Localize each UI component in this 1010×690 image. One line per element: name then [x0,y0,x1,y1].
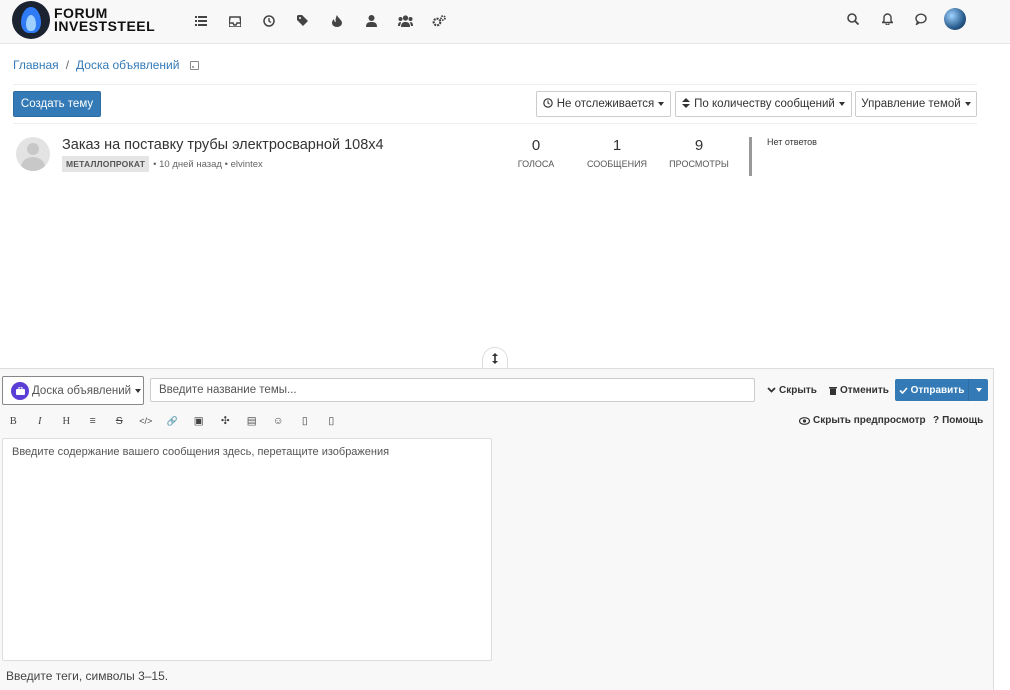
caret-down-icon [135,388,142,393]
votes-label: ГОЛОСА [517,159,555,169]
code-icon[interactable]: </> [133,412,160,430]
zen-mode-icon[interactable]: ✣ [212,412,239,430]
discard-label: Отменить [840,384,889,396]
link-icon[interactable]: 🔗 [159,412,186,430]
image-icon[interactable]: ▣ [186,412,213,430]
topic-title[interactable]: Заказ на поставку трубы электросварной 1… [62,137,384,153]
heading-icon[interactable]: H [53,412,80,430]
emoji-icon[interactable]: ☺ [265,412,292,430]
votes-stat: 0 ГОЛОСА [501,137,571,169]
discard-button[interactable]: Отменить [829,380,889,400]
watch-dropdown[interactable]: Не отслеживается [536,91,671,117]
category-selector[interactable]: Доска объявлений [2,376,144,405]
composer: Доска объявлений Скрыть Отменить Отправи… [0,368,994,690]
votes-count: 0 [531,137,541,154]
sort-dropdown[interactable]: По количеству сообщений [675,91,852,117]
check-icon [899,386,908,394]
no-replies-text: Нет ответов [767,137,817,147]
tags-input[interactable] [6,667,306,685]
forum-logo[interactable]: FORUM INVESTSTEEL [12,1,155,39]
caret-down-icon [964,102,971,106]
hide-composer-button[interactable]: Скрыть [767,380,817,400]
cogs-icon[interactable] [422,12,456,30]
composer-resize-handle[interactable] [482,347,508,369]
user-avatar[interactable] [944,8,966,30]
fire-icon[interactable] [320,12,354,30]
flame-logo-icon [12,1,50,39]
topic-author-avatar[interactable] [16,137,50,171]
breadcrumb: Главная / Доска объявлений [13,58,200,72]
users-icon[interactable] [388,12,422,30]
eye-icon [799,416,810,425]
list-icon[interactable] [184,12,218,30]
posts-stat: 1 СООБЩЕНИЯ [582,137,652,169]
trash-icon [829,386,837,395]
views-label: ПРОСМОТРЫ [669,159,729,169]
main-nav [184,12,456,30]
category-label: Доска объявлений [32,384,132,397]
caret-down-icon [975,388,982,392]
rss-icon[interactable] [190,60,200,70]
topic-title-input[interactable] [150,378,755,402]
composer-body-editor[interactable] [2,438,492,661]
clock-icon[interactable] [252,12,286,30]
topic-meta-text: • 10 дней назад • elvintex [153,158,263,170]
strikethrough-icon[interactable]: S [106,412,133,430]
divider [13,123,977,124]
sort-icon [682,97,691,111]
posts-count: 1 [612,137,622,154]
divider [13,84,977,85]
topic-tools-dropdown[interactable]: Управление темой [855,91,977,117]
resize-vertical-icon [492,353,498,364]
views-count: 9 [694,137,704,154]
briefcase-icon [11,381,29,400]
breadcrumb-current[interactable]: Доска объявлений [76,58,179,72]
question-icon: ? [933,415,940,426]
posts-label: СООБЩЕНИЯ [586,159,648,169]
formatting-toolbar: B I H ≡ S </> 🔗 ▣ ✣ ▤ ☺ ▯ ▯ [0,412,345,430]
chat-icon[interactable] [904,10,938,28]
caret-down-icon [838,102,845,106]
topic-tag[interactable]: МЕТАЛЛОПРОКАТ [62,156,150,172]
hide-label: Скрыть [779,384,817,396]
submit-button[interactable]: Отправить [895,379,988,401]
sort-label: По количеству сообщений [694,98,835,110]
clock-icon [542,97,553,111]
topic-meta: МЕТАЛЛОПРОКАТ • 10 дней назад • elvintex [62,156,263,172]
breadcrumb-home[interactable]: Главная [13,58,59,72]
hide-preview-label: Скрыть предпросмотр [813,415,926,426]
submit-options-toggle[interactable] [968,379,988,401]
user-nav [836,8,966,30]
caret-down-icon [658,102,665,106]
logo-line2: INVESTSTEEL [54,18,156,34]
create-topic-button[interactable]: Создать тему [13,91,101,117]
search-icon[interactable] [836,10,870,28]
tags-icon[interactable] [286,12,320,30]
italic-icon[interactable]: I [27,412,54,430]
hide-preview-button[interactable]: Скрыть предпросмотр [799,415,926,426]
file-upload-icon[interactable]: ▯ [292,412,319,430]
user-icon[interactable] [354,12,388,30]
teaser-bar [749,137,752,176]
inbox-icon[interactable] [218,12,252,30]
picture-upload-icon[interactable]: ▤ [239,412,266,430]
breadcrumb-separator: / [65,58,70,72]
submit-label: Отправить [910,384,965,396]
file-icon[interactable]: ▯ [318,412,345,430]
help-label: Помощь [942,415,984,426]
chevron-down-icon [767,387,776,393]
views-stat: 9 ПРОСМОТРЫ [664,137,734,169]
list-ul-icon[interactable]: ≡ [80,412,107,430]
help-button[interactable]: ? Помощь [933,415,983,426]
bold-icon[interactable]: B [0,412,27,430]
topic-tools-label: Управление темой [861,98,961,110]
bell-icon[interactable] [870,10,904,28]
top-navbar: FORUM INVESTSTEEL [0,0,1010,44]
watch-label: Не отслеживается [556,98,655,110]
